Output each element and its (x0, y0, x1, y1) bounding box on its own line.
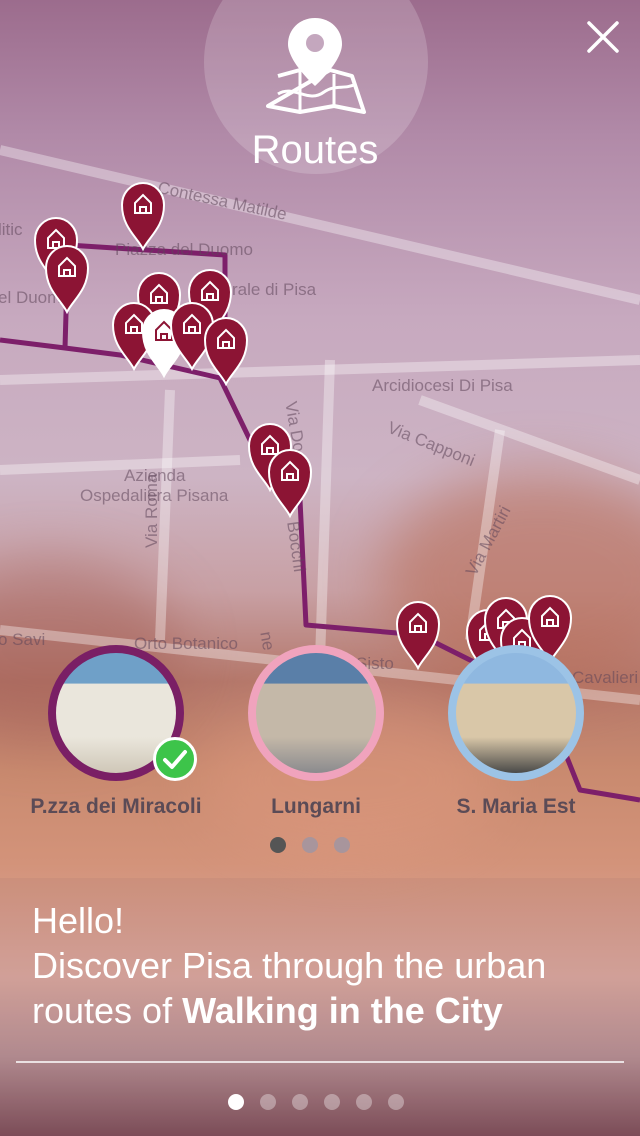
selected-check-icon (153, 737, 197, 781)
map-pin-marker[interactable] (120, 181, 166, 252)
pager-dot[interactable] (388, 1094, 404, 1110)
screen: Contessa Matilde Piazza del Duomo litic el … (0, 0, 640, 1136)
intro-text: Hello! Discover Pisa through the urban r… (32, 898, 622, 1033)
pager-dot[interactable] (260, 1094, 276, 1110)
pager-dot[interactable] (334, 837, 350, 853)
page-title: Routes (251, 128, 379, 172)
intro-highlight: Walking in the City (182, 990, 503, 1031)
route-label: S. Maria Est (456, 795, 576, 818)
map-pin-marker[interactable] (203, 316, 249, 387)
map-pin-marker[interactable] (44, 244, 90, 315)
pager-dot[interactable] (356, 1094, 372, 1110)
onboarding-pager[interactable] (228, 1094, 404, 1110)
pager-dot[interactable] (292, 1094, 308, 1110)
pager-dot[interactable] (324, 1094, 340, 1110)
pager-dot[interactable] (302, 837, 318, 853)
pager-dot[interactable] (270, 837, 286, 853)
close-icon[interactable] (580, 14, 626, 60)
divider (16, 1061, 624, 1063)
route-label: Lungarni (271, 795, 361, 818)
routes-pager[interactable] (270, 837, 350, 853)
map-pin-icon (266, 18, 366, 114)
route-label: P.zza dei Miracoli (30, 795, 202, 818)
intro-greeting: Hello! (32, 900, 125, 941)
route-thumbnail (448, 645, 584, 781)
map-pin-marker[interactable] (395, 600, 441, 671)
map-pin-marker[interactable] (267, 448, 313, 519)
pager-dot[interactable] (228, 1094, 244, 1110)
route-thumbnail (248, 645, 384, 781)
